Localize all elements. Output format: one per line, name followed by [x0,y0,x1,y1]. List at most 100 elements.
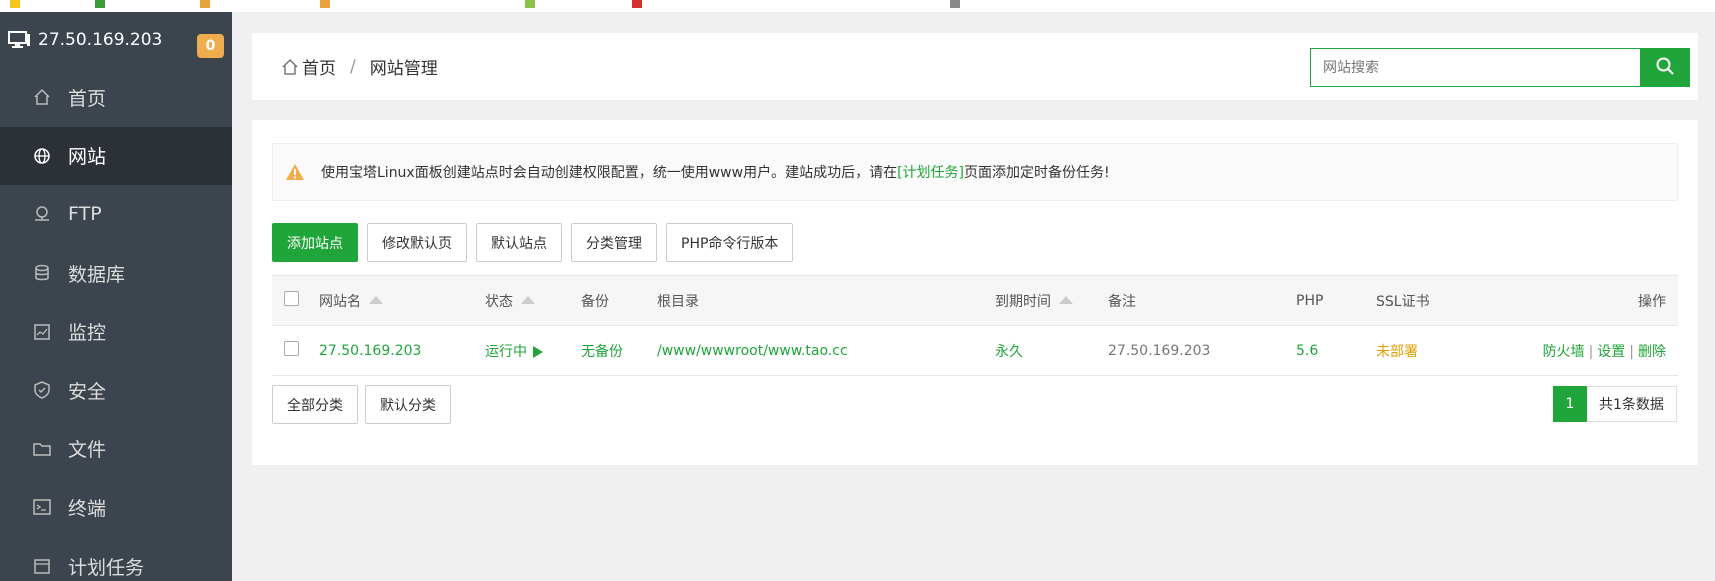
sidebar-item-label: 安全 [68,380,107,403]
total-count: 共1条数据 [1587,386,1677,422]
col-ssl: SSL证书 [1376,275,1526,326]
bookmark-icon [95,0,105,8]
expire-link[interactable]: 永久 [995,325,1108,376]
ssl-status-link[interactable]: 未部署 [1376,325,1526,376]
php-cli-version-button[interactable]: PHP命令行版本 [666,223,794,262]
backup-link[interactable]: 无备份 [581,325,657,376]
ftp-icon [32,204,52,224]
add-site-button[interactable]: 添加站点 [272,223,358,262]
shield-icon [32,380,52,400]
sidebar-item-label: 首页 [68,87,107,110]
col-php: PHP [1296,275,1376,326]
notice-text-end: 页面添加定时备份任务! [964,165,1110,181]
action-separator: | [1588,343,1594,360]
bookmark-icon [525,0,535,8]
status-toggle[interactable]: 运行中 [485,325,581,376]
sidebar-item-home[interactable]: 首页 [0,68,232,127]
folder-icon [32,439,52,459]
bookmark-icon [950,0,960,8]
schedule-icon [32,556,52,576]
sidebar-item-label: 网站 [68,146,107,169]
page-1-button[interactable]: 1 [1553,386,1587,422]
search-input[interactable] [1310,48,1640,87]
col-backup: 备份 [581,275,657,326]
action-separator: | [1629,343,1634,360]
site-search [1310,48,1690,87]
computer-icon [8,31,30,49]
cron-task-link[interactable]: [计划任务] [897,162,964,182]
bookmark-icon [200,0,210,8]
sort-icon [521,295,535,304]
home-icon [282,58,298,75]
sidebar-item-files[interactable]: 文件 [0,420,232,479]
monitor-icon [32,322,52,342]
table-header-row: 网站名 状态 备份 根目录 到期时间 备注 PHP SSL证书 操作 [272,275,1678,326]
globe-icon [32,146,52,166]
firewall-link[interactable]: 防火墙 [1543,344,1585,360]
sidebar-item-label: 监控 [68,322,107,345]
bookmark-icon [632,0,642,8]
warning-icon [285,163,305,181]
row-checkbox[interactable] [284,341,299,356]
sidebar-item-label: 终端 [68,497,107,520]
breadcrumb-separator: / [350,56,356,77]
root-dir-link[interactable]: /www/wwwroot/www.tao.cc [657,325,995,376]
bookmark-icon [320,0,330,8]
delete-link[interactable]: 删除 [1638,344,1666,360]
home-icon [32,87,52,107]
breadcrumb-home[interactable]: 首页 [302,54,336,79]
sidebar: 27.50.169.203 0 首页 网站 FTP 数据库 监控 安全 文件 终… [0,12,232,581]
search-button[interactable] [1640,48,1690,87]
sidebar-item-website[interactable]: 网站 [0,126,232,186]
sidebar-item-database[interactable]: 数据库 [0,244,232,303]
col-remark: 备注 [1108,275,1296,326]
toolbar: 添加站点 修改默认页 默认站点 分类管理 PHP命令行版本 [272,223,794,262]
terminal-icon [32,497,52,517]
select-all-checkbox[interactable] [284,291,299,306]
header-bar: 首页 / 网站管理 [252,33,1698,100]
site-table: 网站名 状态 备份 根目录 到期时间 备注 PHP SSL证书 操作 27.50… [272,275,1678,376]
col-expire[interactable]: 到期时间 [995,275,1108,326]
site-panel: 使用宝塔Linux面板创建站点时会自动创建权限配置，统一使用www用户。建站成功… [252,120,1698,465]
pagination: 1 共1条数据 [1553,386,1677,422]
sidebar-item-monitor[interactable]: 监控 [0,302,232,361]
sidebar-item-schedule[interactable]: 计划任务 [0,537,232,581]
category-filter: 全部分类 默认分类 [272,385,451,424]
breadcrumb: 首页 / 网站管理 [252,54,438,79]
play-icon [533,345,543,358]
notice-text: 使用宝塔Linux面板创建站点时会自动创建权限配置，统一使用www用户。建站成功… [321,165,898,181]
bookmarks-bar [0,0,1715,12]
settings-link[interactable]: 设置 [1597,344,1625,360]
star-icon [10,0,20,8]
sidebar-item-label: 文件 [68,439,107,462]
sidebar-item-security[interactable]: 安全 [0,361,232,420]
remark-field[interactable]: 27.50.169.203 [1108,325,1296,376]
sort-icon [369,295,383,304]
category-manage-button[interactable]: 分类管理 [571,223,657,262]
search-icon [1655,56,1675,80]
sidebar-item-label: 计划任务 [68,556,145,579]
default-site-button[interactable]: 默认站点 [476,223,562,262]
col-status[interactable]: 状态 [485,275,581,326]
breadcrumb-current: 网站管理 [369,59,438,79]
modify-default-page-button[interactable]: 修改默认页 [367,223,467,262]
site-name-link[interactable]: 27.50.169.203 [319,325,485,376]
php-version-link[interactable]: 5.6 [1296,325,1376,376]
sidebar-item-terminal[interactable]: 终端 [0,478,232,537]
sidebar-item-ftp[interactable]: FTP [0,185,232,244]
sidebar-item-label: FTP [68,203,102,226]
notification-badge[interactable]: 0 [197,34,224,58]
database-icon [32,263,52,283]
server-header: 27.50.169.203 0 [0,12,232,68]
sort-icon [1059,295,1073,304]
col-site-name[interactable]: 网站名 [319,275,485,326]
notice-banner: 使用宝塔Linux面板创建站点时会自动创建权限配置，统一使用www用户。建站成功… [272,143,1678,201]
all-categories-button[interactable]: 全部分类 [272,385,358,424]
server-ip: 27.50.169.203 [38,30,163,50]
col-ops: 操作 [1526,275,1678,326]
table-row: 27.50.169.203 运行中 无备份 /www/wwwroot/www.t… [272,325,1678,376]
default-category-button[interactable]: 默认分类 [365,385,451,424]
row-actions: 防火墙 | 设置 | 删除 [1526,325,1678,376]
sidebar-item-label: 数据库 [68,263,126,286]
col-root: 根目录 [657,275,995,326]
